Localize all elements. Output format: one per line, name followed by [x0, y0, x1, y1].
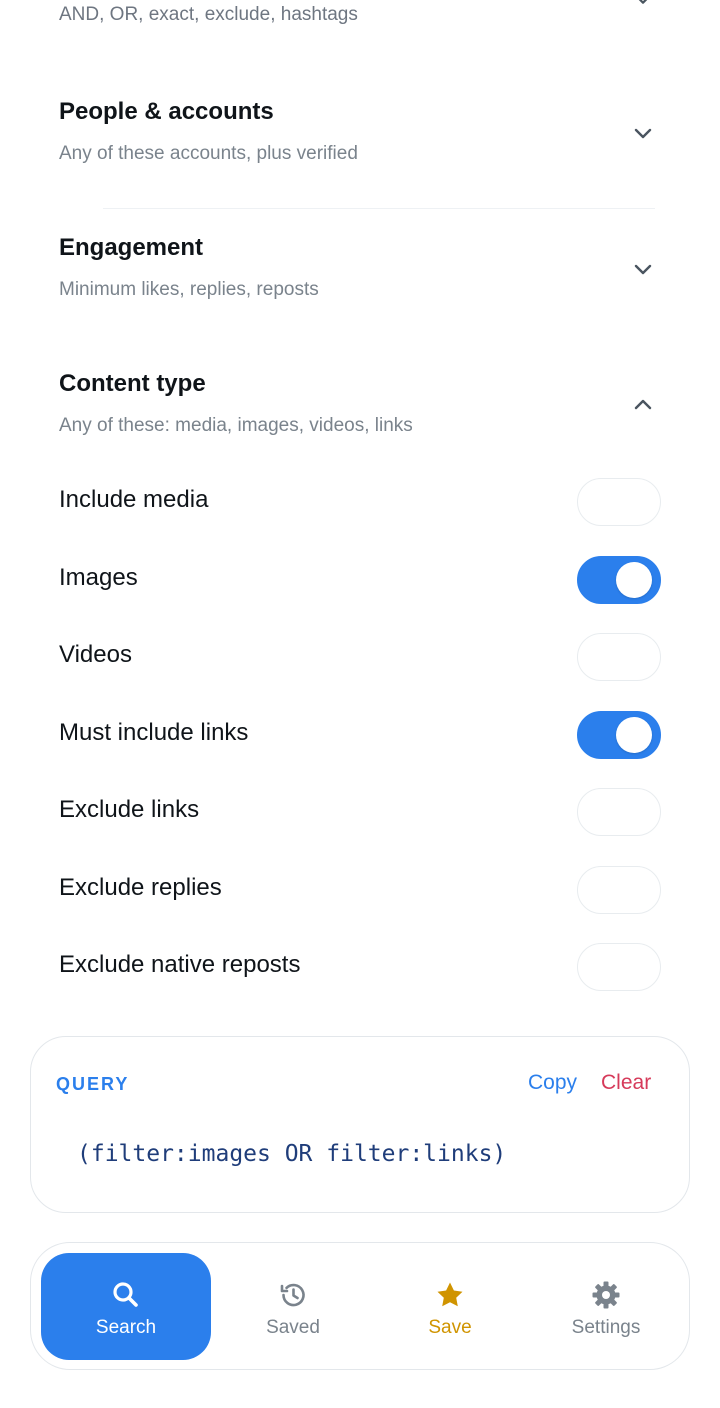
gear-icon [590, 1279, 622, 1311]
section-content-type[interactable]: Content type Any of these: media, images… [0, 364, 720, 464]
section-people-accounts[interactable]: People & accounts Any of these accounts,… [0, 92, 720, 192]
switch-knob [583, 949, 619, 985]
section-title: People & accounts [59, 98, 274, 125]
toggle-label: Exclude native reposts [59, 951, 301, 978]
toggle-label: Include media [59, 486, 209, 513]
toggle-row-videos: Videos [0, 627, 720, 687]
bottom-nav: Search Saved Save Settings [30, 1242, 690, 1370]
query-label: QUERY [56, 1074, 130, 1094]
toggle-label: Must include links [59, 719, 249, 746]
section-subtitle: Minimum likes, replies, reposts [59, 279, 319, 300]
toggle-row-exclude-native-reposts: Exclude native reposts [0, 937, 720, 997]
exclude-replies-switch[interactable] [577, 866, 661, 914]
toggle-label: Images [59, 564, 138, 591]
section-subtitle: Any of these: media, images, videos, lin… [59, 415, 413, 436]
switch-knob [616, 717, 652, 753]
images-switch[interactable] [577, 556, 661, 604]
chevron-down-icon[interactable] [631, 257, 655, 281]
divider [103, 208, 655, 209]
toggle-label: Exclude links [59, 796, 200, 823]
exclude-native-reposts-switch[interactable] [577, 943, 661, 991]
chevron-up-icon[interactable] [631, 393, 655, 417]
nav-label: Saved [266, 1317, 320, 1338]
toggle-row-must-include-links: Must include links [0, 705, 720, 765]
clear-button[interactable]: Clear [601, 1071, 651, 1095]
nav-label: Save [428, 1317, 472, 1338]
switch-knob [583, 794, 619, 830]
section-title: Engagement [59, 234, 204, 261]
chevron-down-icon[interactable] [632, 0, 654, 10]
star-icon [434, 1279, 466, 1311]
toggle-row-exclude-replies: Exclude replies [0, 860, 720, 920]
section-engagement[interactable]: Engagement Minimum likes, replies, repos… [0, 228, 720, 328]
chevron-down-icon[interactable] [631, 121, 655, 145]
toggle-row-exclude-links: Exclude links [0, 782, 720, 842]
section-keywords-subtitle: AND, OR, exact, exclude, hashtags [59, 4, 358, 25]
query-text[interactable]: (filter:images OR filter:links) [77, 1141, 506, 1167]
switch-knob [616, 562, 652, 598]
search-icon [110, 1279, 142, 1311]
switch-knob [583, 484, 619, 520]
toggle-row-images: Images [0, 550, 720, 610]
history-icon [277, 1279, 309, 1311]
toggle-label: Videos [59, 641, 132, 668]
exclude-links-switch[interactable] [577, 788, 661, 836]
section-subtitle: Any of these accounts, plus verified [59, 143, 358, 164]
nav-label: Search [95, 1317, 157, 1338]
include-media-switch[interactable] [577, 478, 661, 526]
nav-search[interactable]: Search [41, 1253, 211, 1360]
switch-knob [583, 872, 619, 908]
toggle-row-include-media: Include media [0, 472, 720, 532]
must-include-links-switch[interactable] [577, 711, 661, 759]
nav-settings[interactable]: Settings [521, 1253, 691, 1360]
nav-saved[interactable]: Saved [208, 1253, 378, 1360]
toggle-label: Exclude replies [59, 874, 222, 901]
nav-label: Settings [571, 1317, 641, 1338]
videos-switch[interactable] [577, 633, 661, 681]
nav-save[interactable]: Save [365, 1253, 535, 1360]
section-title: Content type [59, 370, 206, 397]
query-card: QUERY Copy Clear (filter:images OR filte… [30, 1036, 690, 1213]
switch-knob [583, 639, 619, 675]
copy-button[interactable]: Copy [528, 1071, 577, 1095]
